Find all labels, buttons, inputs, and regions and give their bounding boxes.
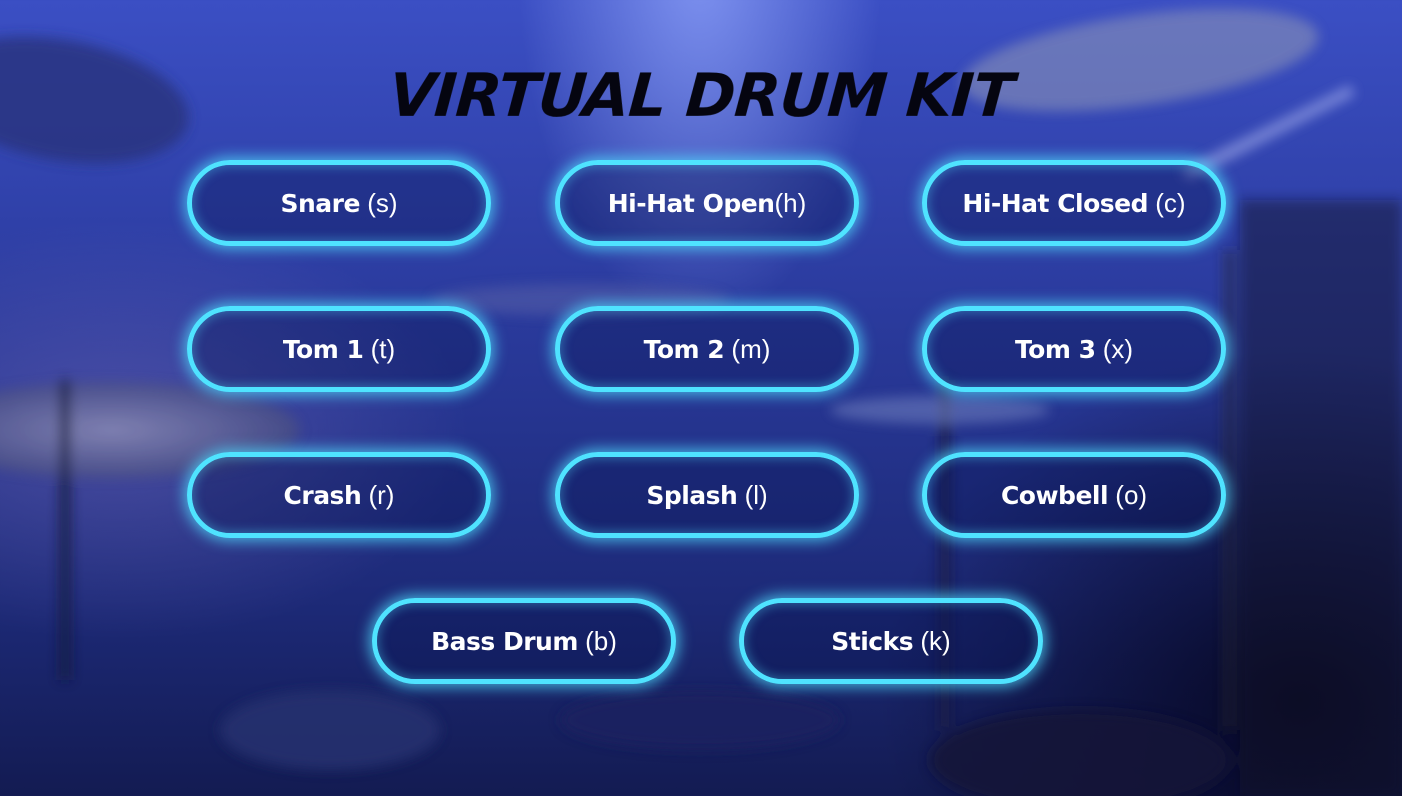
pad-keyboard-shortcut: (b) — [585, 625, 617, 656]
pad-label: Crash — [283, 480, 362, 510]
tom-3-pad-button[interactable]: Tom 3 (x) — [922, 306, 1226, 392]
pad-keyboard-shortcut: (o) — [1115, 479, 1148, 510]
pad-keyboard-shortcut: (l) — [744, 479, 768, 510]
pad-label-separator — [913, 626, 920, 657]
pad-keyboard-shortcut: (s) — [367, 187, 398, 218]
tom-2-pad-button[interactable]: Tom 2 (m) — [555, 306, 859, 392]
pad-keyboard-shortcut: (x) — [1102, 333, 1134, 364]
pad-keyboard-shortcut: (t) — [370, 333, 396, 364]
pad-label-separator — [737, 480, 744, 511]
crash-pad-button[interactable]: Crash (r) — [187, 452, 491, 538]
snare-pad-button[interactable]: Snare (s) — [187, 160, 491, 246]
sticks-pad-button[interactable]: Sticks (k) — [739, 598, 1043, 684]
pad-keyboard-shortcut: (m) — [731, 333, 771, 364]
pad-label: Cowbell — [1000, 480, 1109, 510]
pad-label: Tom 3 — [1014, 334, 1096, 364]
tom-1-pad-button[interactable]: Tom 1 (t) — [187, 306, 491, 392]
pad-label-separator — [360, 188, 367, 219]
splash-pad-button[interactable]: Splash (l) — [555, 452, 859, 538]
pad-label-separator — [1148, 188, 1155, 219]
pad-label: Bass Drum — [431, 626, 578, 656]
pad-label-separator — [1096, 334, 1103, 365]
pad-keyboard-shortcut: (c) — [1155, 187, 1186, 218]
bass-drum-pad-button[interactable]: Bass Drum (b) — [372, 598, 676, 684]
pad-keyboard-shortcut: (k) — [920, 625, 951, 656]
pad-label: Hi-Hat Closed — [962, 188, 1149, 218]
pad-label-separator — [363, 334, 370, 365]
pad-label-separator — [1108, 480, 1115, 511]
hi-hat-open-pad-button[interactable]: Hi-Hat Open (h) — [555, 160, 859, 246]
page-title: VIRTUAL DRUM KIT — [386, 61, 1016, 131]
pad-label: Tom 2 — [643, 334, 725, 364]
pad-label: Hi-Hat Open — [607, 188, 775, 218]
pad-keyboard-shortcut: (h) — [774, 187, 807, 218]
pad-label: Sticks — [831, 626, 914, 656]
pad-label-separator — [724, 334, 731, 365]
pad-label: Tom 1 — [282, 334, 364, 364]
hi-hat-closed-pad-button[interactable]: Hi-Hat Closed (c) — [922, 160, 1226, 246]
pad-label: Splash — [646, 480, 738, 510]
pad-keyboard-shortcut: (r) — [368, 479, 395, 510]
pad-label-separator — [578, 626, 585, 657]
pad-label: Snare — [280, 188, 360, 218]
pad-label-separator — [361, 480, 368, 511]
cowbell-pad-button[interactable]: Cowbell (o) — [922, 452, 1226, 538]
